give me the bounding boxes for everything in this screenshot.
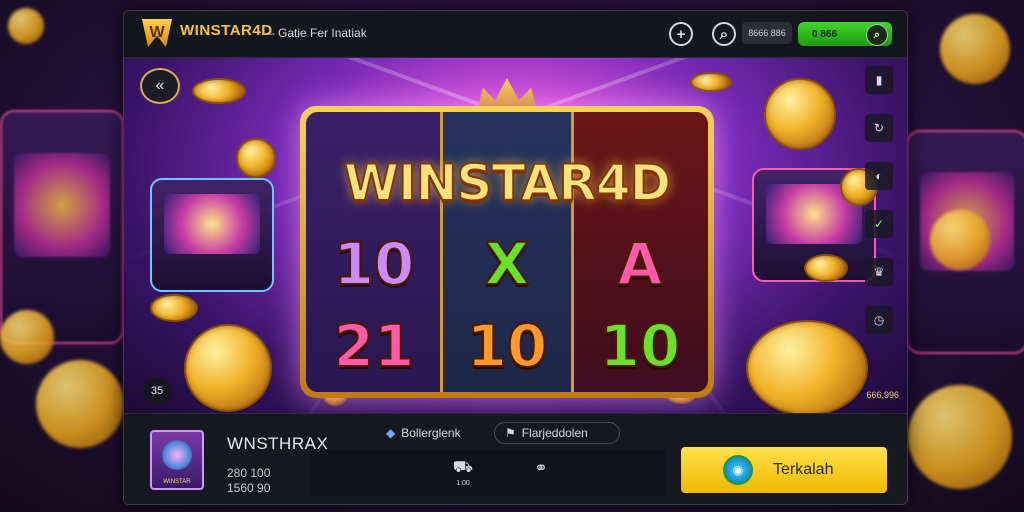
thumbnail-label: WINSTAR xyxy=(163,479,191,485)
search-icon[interactable]: ⌕ xyxy=(866,24,888,46)
shield-check-icon[interactable]: ✓ xyxy=(865,210,893,238)
back-button[interactable]: « xyxy=(140,68,180,104)
logo-icon[interactable]: W xyxy=(142,19,172,47)
reel-symbol: 10 xyxy=(333,229,416,299)
balance-value: 0 866 xyxy=(812,28,838,40)
bookmark-icon[interactable]: ▮ xyxy=(865,66,893,94)
game-stat: 280 100 xyxy=(227,466,271,480)
game-stage: « 35 WINSTAR4D 10 X A 21 10 10 ▮ ↻ ◐ ✓ ♛ xyxy=(124,58,907,413)
reel-area: WINSTAR4D 10 X A 21 10 10 xyxy=(306,112,708,392)
slot-machine-frame: WINSTAR4D 10 X A 21 10 10 xyxy=(300,106,714,398)
clock-icon[interactable]: ◷ xyxy=(865,306,893,334)
gold-coin xyxy=(150,294,198,322)
background-coin xyxy=(0,310,54,364)
feature-tag[interactable]: ⚑ Flarjeddolen xyxy=(494,422,620,444)
gold-coin xyxy=(764,78,836,150)
game-stat: 1560 90 xyxy=(227,481,271,495)
globe-icon: ◉ xyxy=(723,455,753,485)
provider-icon: ◆ xyxy=(386,426,396,440)
trophy-icon[interactable]: ♛ xyxy=(865,258,893,286)
background-coin xyxy=(8,8,44,44)
reel-symbol: 10 xyxy=(466,311,549,381)
gold-coin xyxy=(746,320,868,413)
thumbnail-art xyxy=(162,440,192,470)
gold-coin xyxy=(804,254,848,282)
tag-icon: ⚑ xyxy=(505,426,516,440)
gold-coin xyxy=(690,72,732,92)
background-coin xyxy=(940,14,1010,84)
balance-button[interactable]: 0 866 ⌕ xyxy=(798,22,892,46)
tagline: – Gatie Fer Inatiak xyxy=(268,26,367,40)
refresh-icon[interactable]: ↻ xyxy=(865,114,893,142)
play-button[interactable]: ◉ Terkalah xyxy=(681,447,887,493)
reel-symbol: X xyxy=(484,229,531,299)
background-coin xyxy=(36,360,124,448)
category-tag[interactable]: ◆ Bollerglenk xyxy=(386,422,461,444)
background-slot-machine-left xyxy=(0,110,124,344)
feature-item[interactable]: ⚭ xyxy=(521,458,561,480)
side-toolbar: ▮ ↻ ◐ ✓ ♛ ◷ xyxy=(863,66,895,334)
feature-strip: ⛟ 1:00 ⚭ xyxy=(310,450,666,496)
background-coin xyxy=(908,385,1012,489)
feature-label: 1:00 xyxy=(456,480,470,487)
feature-item[interactable]: ⛟ 1:00 xyxy=(443,458,483,487)
link-icon: ⚭ xyxy=(534,460,548,477)
top-bar: W WINSTAR4D – Gatie Fer Inatiak + ⌕ 8666… xyxy=(124,11,907,58)
gold-coin xyxy=(192,78,246,104)
reel-symbol: A xyxy=(617,229,664,299)
truck-icon: ⛟ xyxy=(452,459,474,476)
half-circle-icon[interactable]: ◐ xyxy=(865,162,893,190)
game-window: W WINSTAR4D – Gatie Fer Inatiak + ⌕ 8666… xyxy=(123,10,908,505)
reel-symbol: 21 xyxy=(333,311,416,381)
gold-coin xyxy=(236,138,276,178)
game-thumbnail[interactable]: WINSTAR xyxy=(150,430,204,490)
jackpot-value: 666,996 xyxy=(866,390,899,400)
gold-coin xyxy=(184,324,272,412)
coins-display: 8666 886 xyxy=(742,22,792,44)
feature-tag-label: Flarjeddolen xyxy=(521,426,588,440)
plus-icon[interactable]: + xyxy=(669,22,693,46)
play-button-label: Terkalah xyxy=(773,461,834,478)
reel-symbol: 10 xyxy=(599,311,682,381)
game-info-bar: WINSTAR WNSTHRAX 280 100 1560 90 ◆ Bolle… xyxy=(124,413,907,504)
category-tag-label: Bollerglenk xyxy=(401,426,461,440)
bet-control-button[interactable]: 35 xyxy=(142,378,172,404)
decor-slot-machine-left xyxy=(150,178,274,292)
search-icon[interactable]: ⌕ xyxy=(712,22,736,46)
background-coin xyxy=(930,210,990,270)
brand-name: WINSTAR4D xyxy=(180,22,273,39)
game-title: WINSTAR4D xyxy=(343,153,672,213)
double-chevron-left-icon: « xyxy=(155,77,165,94)
